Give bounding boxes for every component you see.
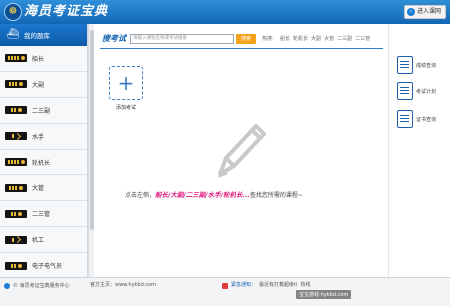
sidebar-item-label: 大管: [32, 185, 45, 193]
rank-badge-icon: [5, 132, 27, 141]
right-panel: 成绩查询 考试计划 证书查询: [388, 24, 450, 277]
search-title: 搜考试: [102, 34, 126, 43]
search-input[interactable]: 请输入课程名称或考试搜索: [130, 33, 234, 44]
hot-tag[interactable]: 大管: [324, 35, 334, 42]
prompt-text: 点击左侧，船长/大副/二三副/水手/轮机长...查找您所需的课程~: [125, 189, 385, 199]
sidebar-item[interactable]: 轮机长: [0, 149, 87, 176]
sidebar-item[interactable]: 机工: [0, 227, 87, 254]
sidebar-list: 船长大副二三副水手轮机长大管二三管机工电子电气员: [0, 46, 87, 277]
search-bar: 搜考试 请输入课程名称或考试搜索 搜索 热搜： 船长 轮机长 大副 大管 二三副 二三管: [95, 31, 387, 46]
official-site-link[interactable]: 官方主页：www.hykbd.com: [90, 281, 156, 290]
score-query-label: 成绩查询: [416, 62, 437, 69]
sidebar-heading[interactable]: ⛴ 我的题库: [0, 24, 87, 46]
ship-icon: ⛴: [6, 29, 20, 40]
rank-badge-icon: [5, 158, 27, 166]
hot-tag[interactable]: 大副: [311, 35, 321, 42]
hot-tag[interactable]: 船长: [280, 35, 290, 42]
watermark: 宝宝游戏·hykbd.com: [296, 290, 352, 299]
service-label: © 海员考证宝典服务中心: [13, 283, 70, 289]
sidebar-item[interactable]: 大副: [0, 71, 87, 98]
certificate-icon: [397, 110, 413, 128]
sidebar-scrollbar[interactable]: [88, 24, 94, 277]
arrow-icon: ›: [406, 8, 415, 16]
hot-tag-list: 船长 轮机长 大副 大管 二三副 二三管: [280, 35, 370, 42]
warning-icon: [222, 282, 228, 289]
rank-badge-icon: [5, 106, 27, 115]
rank-badge-icon: [5, 209, 27, 218]
sidebar-item-label: 船长: [32, 55, 45, 63]
hot-tags: 热搜： 船长 轮机长 大副 大管 二三副 二三管: [262, 35, 370, 42]
score-query-button[interactable]: 成绩查询: [397, 54, 450, 76]
logo-icon: ☸: [4, 3, 22, 21]
notice-text: 最近有打着超级ti: [259, 282, 298, 288]
sidebar-item[interactable]: 水手: [0, 123, 87, 150]
sidebar-item-label: 水手: [32, 133, 45, 141]
notice-label: 紧急通知：: [231, 282, 257, 288]
hot-tag[interactable]: 轮机长: [293, 35, 308, 42]
score-icon: [397, 56, 413, 74]
plan-icon: [397, 82, 413, 100]
plus-icon: +: [117, 71, 135, 95]
sidebar-item-label: 电子电气员: [32, 263, 63, 271]
footer-bar: © 海员考证宝典服务中心 官方主页：www.hykbd.com 紧急通知： 最近…: [0, 277, 450, 306]
sidebar-item[interactable]: 二三副: [0, 97, 87, 124]
enter-course-button[interactable]: › 进入课网: [403, 5, 446, 19]
enter-course-label: 进入课网: [416, 8, 441, 15]
service-icon: [4, 282, 10, 289]
rank-badge-icon: [5, 183, 27, 192]
exam-plan-label: 考试计划: [416, 88, 437, 95]
sidebar-item-label: 大副: [32, 81, 45, 89]
hot-label: 热搜：: [262, 36, 278, 42]
sidebar-item-label: 二三副: [32, 107, 51, 115]
divider: [100, 48, 383, 49]
header-bar: ☸ 海员考证宝典 › 进入课网: [0, 0, 450, 24]
scrollbar-thumb[interactable]: [90, 30, 94, 230]
prompt-prefix: 点击左侧，: [125, 192, 156, 199]
sidebar-item-label: 二三管: [32, 211, 51, 219]
prompt-suffix: 查找您所需的课程~: [249, 192, 303, 199]
sidebar-item[interactable]: 大管: [0, 175, 87, 202]
certificate-query-button[interactable]: 证书查询: [397, 108, 450, 130]
add-exam-label: 添加考试: [115, 105, 136, 111]
hot-tag[interactable]: 二三管: [355, 35, 370, 42]
rank-badge-icon: [5, 261, 27, 270]
add-exam-button[interactable]: +: [109, 66, 143, 100]
exam-plan-button[interactable]: 考试计划: [397, 80, 450, 102]
pencil-icon: [218, 124, 266, 178]
notice[interactable]: 紧急通知： 最近有打着超级ti 热线: [222, 281, 310, 290]
hot-tag[interactable]: 二三副: [337, 35, 352, 42]
notice-more: 热线: [300, 282, 311, 288]
service-center: © 海员考证宝典服务中心: [4, 281, 70, 290]
rank-badge-icon: [5, 80, 27, 89]
main-panel: 搜考试 请输入课程名称或考试搜索 搜索 热搜： 船长 轮机长 大副 大管 二三副 二三管 …: [95, 24, 387, 277]
rank-badge-icon: [5, 54, 27, 63]
search-button[interactable]: 搜索: [236, 33, 256, 44]
certificate-query-label: 证书查询: [416, 116, 437, 123]
app-window: ☸ 海员考证宝典 › 进入课网 ⛴ 我的题库 船长 大副 二三副 水手 轮机长 大管 二三管…: [0, 0, 450, 306]
rank-badge-icon: [5, 235, 27, 244]
sidebar-item-label: 轮机长: [32, 159, 51, 167]
sidebar-item[interactable]: 电子电气员: [0, 253, 87, 277]
sidebar-item[interactable]: 二三管: [0, 201, 87, 228]
prompt-highlight: 船长/大副/二三副/水手/轮机长...: [155, 191, 250, 199]
sidebar: ⛴ 我的题库 船长大副二三副水手轮机长大管二三管机工电子电气员: [0, 24, 88, 277]
sidebar-heading-label: 我的题库: [24, 32, 50, 40]
sidebar-item-label: 机工: [32, 237, 45, 245]
sidebar-item[interactable]: 船长: [0, 46, 87, 72]
app-title: 海员考证宝典: [24, 4, 109, 19]
